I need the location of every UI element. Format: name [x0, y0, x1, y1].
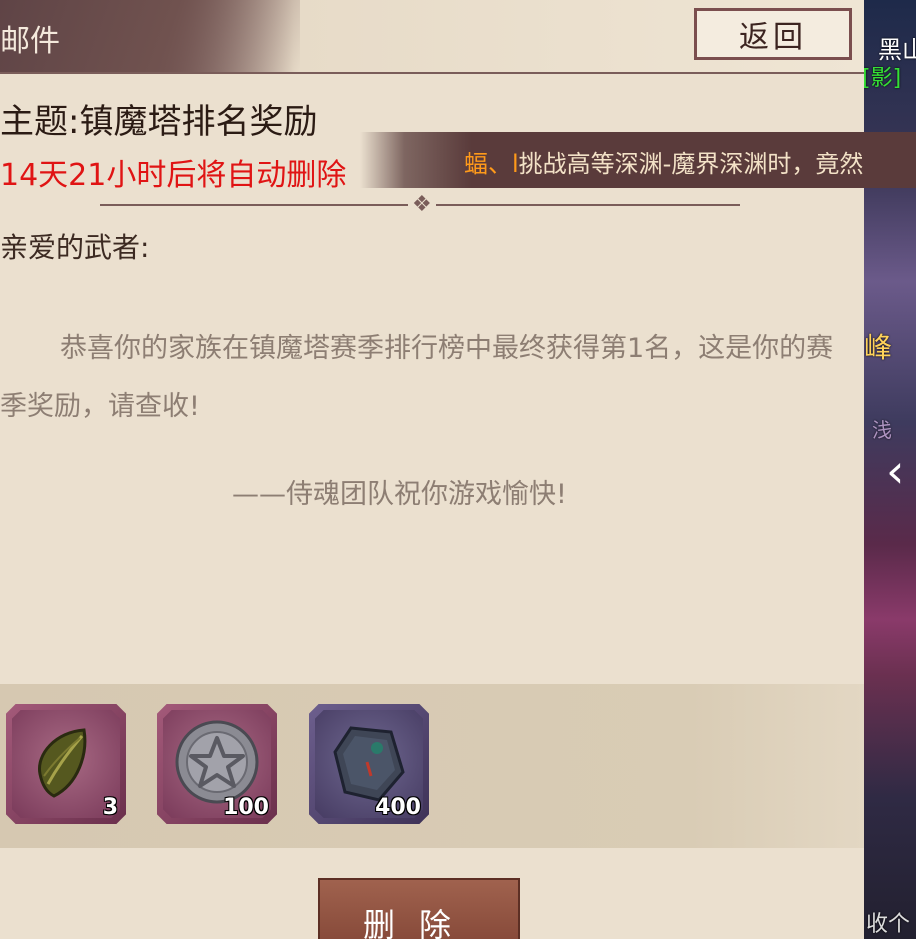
attachment-quantity: 400 [375, 795, 421, 820]
player-guild-text: [影] [862, 66, 902, 91]
leaf-material-icon [38, 728, 87, 798]
mail-signature: ——侍魂团队祝你游戏愉快! [232, 479, 567, 510]
attachment-quantity: 100 [223, 795, 269, 820]
mail-body: 恭喜你的家族在镇魔塔赛季排行榜中最终获得第1名，这是你的赛季奖励，请查收! [0, 333, 834, 422]
scene-title-text: 峰 [864, 331, 893, 364]
attachment-area [0, 684, 864, 848]
attachment-slot[interactable]: 3 [6, 704, 126, 824]
attachment-slot[interactable]: 100 [157, 704, 277, 824]
announcement-text: 挑战高等深渊-魔界深渊时，竟然 [518, 150, 864, 178]
back-button[interactable]: 返回 [694, 8, 852, 60]
attachment-quantity: 3 [102, 795, 118, 820]
announcement-prefix: 蝠、 [464, 150, 512, 178]
divider-ornament-icon: ❖ [408, 192, 436, 217]
announcement-mark: l [512, 150, 519, 178]
mail-expiry-notice: 14天21小时后将自动删除 [0, 158, 347, 193]
scene-bottom-text: 收个 [866, 912, 911, 937]
scene-faint-text: 浅 [872, 418, 892, 442]
chevron-left-icon[interactable]: ‹ [886, 448, 904, 494]
mail-greeting: 亲爱的武者: [0, 231, 150, 264]
title-bar: 邮件 返回 [0, 0, 864, 74]
attachment-slot[interactable]: 400 [309, 704, 429, 824]
mail-subject: 主题:镇魔塔排名奖励 [0, 102, 318, 142]
announcement-banner: 蝠、l挑战高等深渊-魔界深渊时，竟然 [360, 132, 916, 188]
delete-button[interactable]: 删除 [318, 878, 520, 939]
page-title: 邮件 [0, 24, 60, 59]
